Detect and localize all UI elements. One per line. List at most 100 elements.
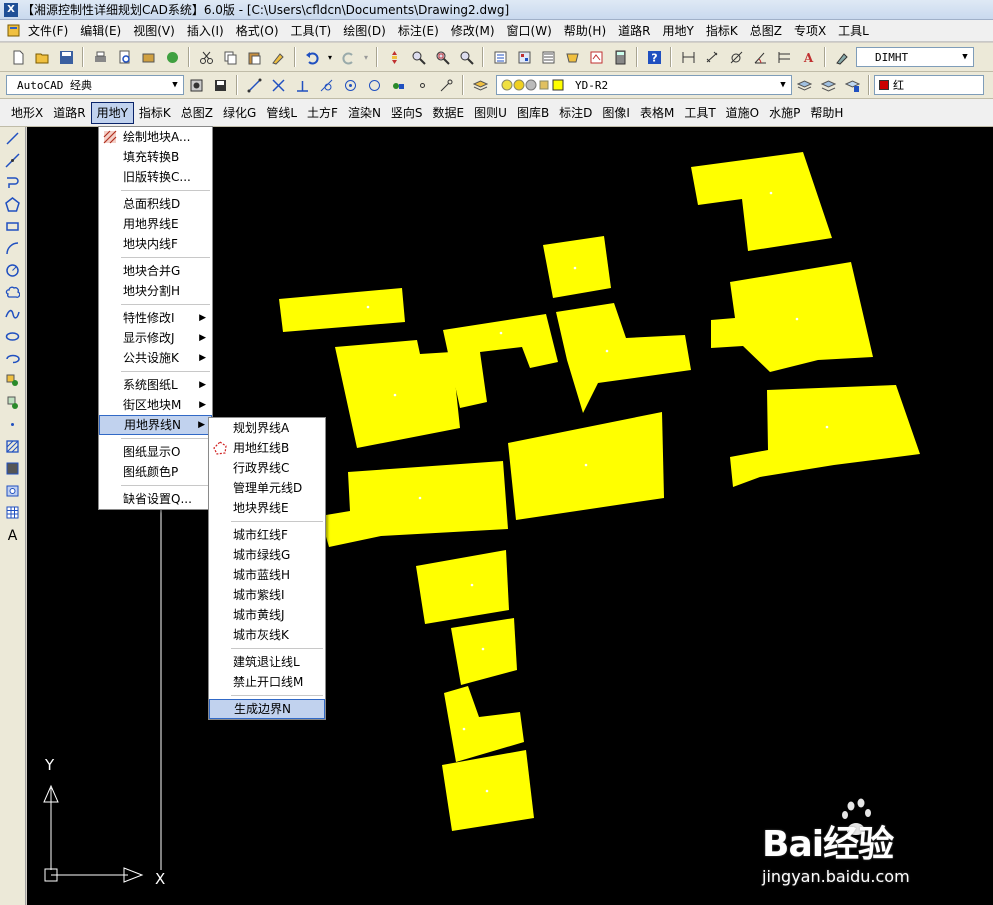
spline-icon[interactable] [0,303,24,325]
xy-menu-19[interactable]: 帮助H [805,102,848,124]
menu-1[interactable]: 编辑(E) [74,21,127,41]
paste-icon[interactable] [243,46,265,68]
copy-icon[interactable] [219,46,241,68]
zoom-previous-icon[interactable] [455,46,477,68]
menu-item[interactable]: 地块内线F [99,234,212,254]
ellipse-icon[interactable] [0,325,24,347]
construction-line-icon[interactable] [0,149,24,171]
xy-menu-18[interactable]: 水施P [764,102,805,124]
xy-menu-13[interactable]: 标注D [554,102,597,124]
publish-icon[interactable] [161,46,183,68]
dimension-angular-icon[interactable] [749,46,771,68]
zoom-realtime-icon[interactable] [407,46,429,68]
menu-16[interactable]: 工具L [832,21,875,41]
dimension-linear-icon[interactable] [677,46,699,68]
center-snap-icon[interactable] [339,74,361,96]
rectangle-icon[interactable] [0,215,24,237]
undo-dropdown-icon[interactable]: ▾ [325,46,335,68]
snap-settings-icon[interactable] [435,74,457,96]
menu-0[interactable]: 文件(F) [22,21,74,41]
layer-state-icon[interactable] [841,74,863,96]
menu-12[interactable]: 用地Y [656,21,699,41]
dimstyle-combo[interactable]: DIMHT ▼ [856,47,974,67]
tangent-icon[interactable] [315,74,337,96]
color-combo[interactable]: 红 [874,75,984,95]
pan-icon[interactable] [383,46,405,68]
menu-item[interactable]: 绘制地块A... [99,127,212,147]
xy-menu-15[interactable]: 表格M [635,102,679,124]
xy-menu-3[interactable]: 指标K [134,102,176,124]
dimension-aligned-icon[interactable] [701,46,723,68]
redo-dropdown-icon[interactable]: ▾ [361,46,371,68]
xy-menu-7[interactable]: 土方F [302,102,343,124]
xy-menu-0[interactable]: 地形X [6,102,48,124]
menu-4[interactable]: 格式(O) [230,21,285,41]
menu-item[interactable]: 用地界线N ▶ [99,415,212,435]
workspace-save-icon[interactable] [209,74,231,96]
gradient-icon[interactable] [0,457,24,479]
line-tool-icon[interactable] [243,74,265,96]
xy-menu-10[interactable]: 数据E [428,102,470,124]
ellipse-arc-icon[interactable] [0,347,24,369]
menu-item[interactable]: 城市灰线K [209,625,325,645]
xy-menu-8[interactable]: 渲染N [343,102,386,124]
line-icon[interactable] [0,127,24,149]
region-icon[interactable] [0,479,24,501]
menu-item[interactable]: 旧版转换C... [99,167,212,187]
xy-menu-4[interactable]: 总图Z [176,102,218,124]
menu-item[interactable]: 行政界线C [209,458,325,478]
point-snap-icon[interactable] [411,74,433,96]
xy-menu-12[interactable]: 图库B [512,102,554,124]
hatch-icon[interactable] [0,435,24,457]
menu-item[interactable]: 城市紫线I [209,585,325,605]
menu-item[interactable]: 图纸显示O [99,442,212,462]
menu-item[interactable]: 地块合并G [99,261,212,281]
plot-icon[interactable] [137,46,159,68]
menu-item[interactable]: 系统图纸L ▶ [99,375,212,395]
menu-item[interactable]: 管理单元线D [209,478,325,498]
menu-item[interactable]: 特性修改I ▶ [99,308,212,328]
xy-menu-14[interactable]: 图像I [597,102,635,124]
layer-combo[interactable]: YD-R2 ▼ [496,75,792,95]
xy-menu-2[interactable]: 用地Y [90,101,134,124]
dimension-radius-icon[interactable] [725,46,747,68]
circle-icon[interactable] [0,259,24,281]
tool-palettes-icon[interactable] [537,46,559,68]
menu-7[interactable]: 标注(E) [392,21,445,41]
print-icon[interactable] [89,46,111,68]
menu-item[interactable]: 城市蓝线H [209,565,325,585]
workspace-combo[interactable]: AutoCAD 经典 ▼ [6,75,184,95]
insert-block-icon[interactable] [0,369,24,391]
make-current-layer-icon[interactable] [793,74,815,96]
menu-2[interactable]: 视图(V) [127,21,181,41]
make-block-icon[interactable] [0,391,24,413]
menu-item[interactable]: 缺省设置Q... [99,489,212,509]
intersect-icon[interactable] [267,74,289,96]
xy-menu-9[interactable]: 竖向S [386,102,428,124]
node-snap-icon[interactable] [387,74,409,96]
menu-item[interactable]: 城市绿线G [209,545,325,565]
circle-snap-icon[interactable] [363,74,385,96]
perpendicular-icon[interactable] [291,74,313,96]
menu-5[interactable]: 工具(T) [285,21,338,41]
sheet-set-icon[interactable] [561,46,583,68]
open-file-icon[interactable] [31,46,53,68]
polygon-icon[interactable] [0,193,24,215]
menu-8[interactable]: 修改(M) [445,21,501,41]
menu-item[interactable]: 禁止开口线M [209,672,325,692]
menu-item[interactable]: 显示修改J ▶ [99,328,212,348]
menu-item[interactable]: 图纸颜色P [99,462,212,482]
dimstyle-icon[interactable] [831,46,853,68]
table-icon[interactable] [0,501,24,523]
properties-icon[interactable] [489,46,511,68]
xy-menu-6[interactable]: 管线L [261,102,302,124]
menu-item[interactable]: 规划界线A [209,418,325,438]
menu-item[interactable]: 用地界线E [99,214,212,234]
menu-item[interactable]: 总面积线D [99,194,212,214]
layer-previous-icon[interactable] [817,74,839,96]
document-icon[interactable] [4,21,22,41]
design-center-icon[interactable] [513,46,535,68]
arc-icon[interactable] [0,237,24,259]
menu-6[interactable]: 绘图(D) [337,21,392,41]
xy-menu-17[interactable]: 道施O [721,102,764,124]
